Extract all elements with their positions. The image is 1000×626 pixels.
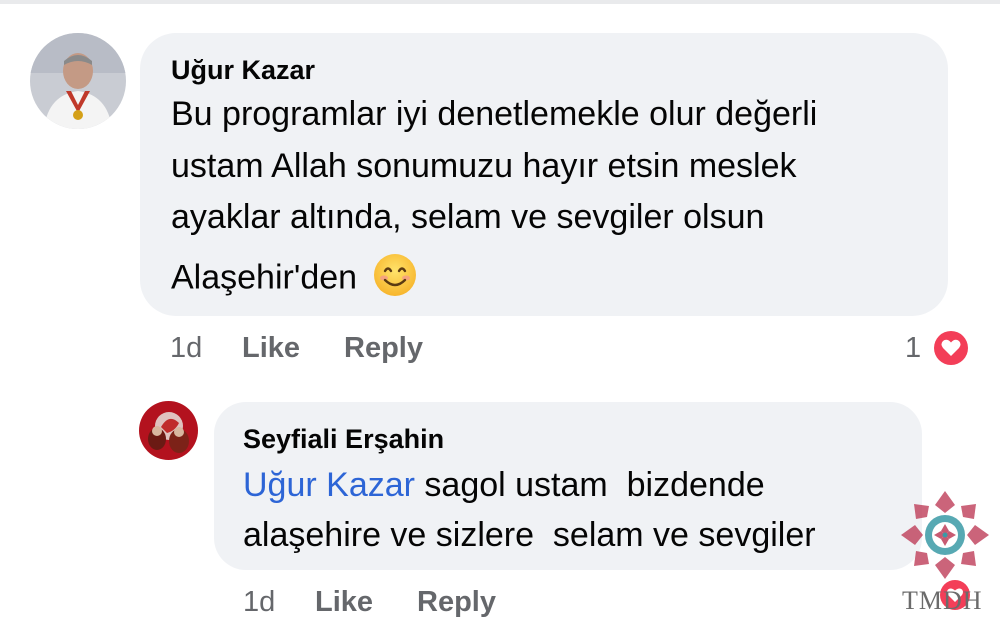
comment-text-line-1: Bu programlar iyi denetlemekle olur değe… [171,95,818,133]
comment-timestamp[interactable]: 1d [170,332,202,365]
comment-text-line-4-text: Alaşehir'den [171,258,358,297]
comment-text-line-2: ustam Allah sonumuzu hayır etsin meslek [171,147,797,185]
commenter-avatar[interactable] [30,33,126,129]
comment-like-button[interactable]: Like [242,332,300,365]
reply-author-name[interactable]: Seyfiali Erşahin [243,424,444,455]
reply-avatar[interactable] [139,401,198,460]
reply-timestamp[interactable]: 1d [243,586,275,619]
watermark-text: TMDH [902,586,983,615]
ornament-logo [897,487,993,583]
heart-reaction-icon[interactable] [930,327,972,369]
reply-reply-button[interactable]: Reply [417,586,496,619]
reply-text-line-2: alaşehire ve sizlere selam ve sevgiler [243,516,816,554]
reply-text-line-1: Uğur Kazar sagol ustam bizdende [243,466,765,505]
comment-text-line-4: Alaşehir'den [171,253,417,306]
smiling-face-emoji-icon [373,253,417,306]
reply-like-button[interactable]: Like [315,586,373,619]
mention-link[interactable]: Uğur Kazar [243,466,415,504]
reaction-count[interactable]: 1 [905,332,921,365]
reply-text-line-1-rest: sagol ustam bizdende [414,466,765,504]
comment-reply-button[interactable]: Reply [344,332,423,365]
comment-text-line-3: ayaklar altında, selam ve sevgiler olsun [171,198,765,236]
top-divider [0,0,1000,4]
comment-author-name[interactable]: Uğur Kazar [171,55,315,86]
